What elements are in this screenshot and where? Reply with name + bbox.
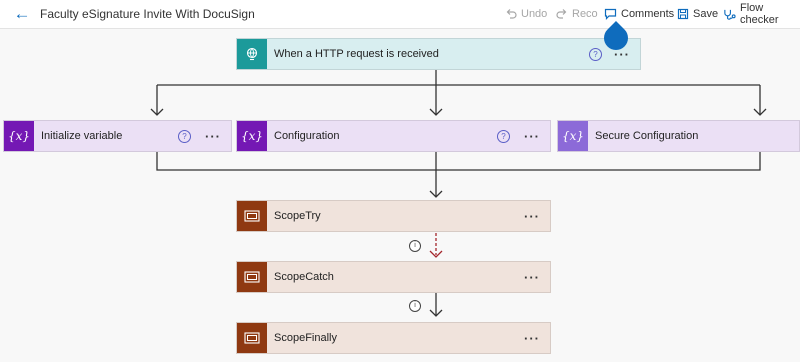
save-button[interactable]: Save bbox=[677, 6, 718, 22]
action-label: Initialize variable bbox=[41, 130, 123, 142]
more-options-icon[interactable]: ··· bbox=[524, 270, 540, 285]
more-options-icon[interactable]: ··· bbox=[524, 129, 540, 144]
action-label: Secure Configuration bbox=[595, 130, 699, 142]
undo-label: Undo bbox=[521, 8, 548, 20]
scope-icon bbox=[237, 262, 267, 292]
action-card-initialize-variable[interactable]: {x} Initialize variable ? ··· bbox=[3, 120, 232, 152]
designer-toolbar: ← Faculty eSignature Invite With DocuSig… bbox=[0, 0, 800, 29]
help-icon[interactable]: ? bbox=[589, 47, 602, 61]
trigger-card-http-request[interactable]: When a HTTP request is received ? ··· bbox=[236, 38, 641, 70]
flow-title: Faculty eSignature Invite With DocuSign bbox=[40, 7, 255, 21]
redo-label: Reco bbox=[572, 8, 598, 20]
flow-checker-label: Flow checker bbox=[739, 2, 779, 26]
save-label: Save bbox=[693, 8, 719, 20]
help-icon[interactable]: ? bbox=[497, 129, 510, 143]
help-icon[interactable]: ? bbox=[178, 129, 191, 143]
scope-label: ScopeCatch bbox=[274, 271, 334, 283]
redo-icon bbox=[556, 9, 567, 19]
more-options-icon[interactable]: ··· bbox=[524, 331, 540, 346]
more-options-icon[interactable]: ··· bbox=[524, 209, 540, 224]
action-card-configuration[interactable]: {x} Configuration ? ··· bbox=[236, 120, 551, 152]
scope-card-try[interactable]: ScopeTry ··· bbox=[236, 200, 551, 232]
variable-icon: {x} bbox=[4, 121, 34, 151]
trigger-label: When a HTTP request is received bbox=[274, 48, 439, 60]
http-request-icon bbox=[237, 39, 267, 69]
stethoscope-icon bbox=[724, 9, 736, 20]
scope-card-catch[interactable]: ScopeCatch ··· bbox=[236, 261, 551, 293]
run-after-info-icon[interactable]: i bbox=[409, 240, 421, 252]
run-after-info-icon[interactable]: i bbox=[409, 300, 421, 312]
action-label: Configuration bbox=[274, 130, 340, 142]
undo-icon bbox=[506, 9, 517, 19]
variable-icon: {x} bbox=[237, 121, 267, 151]
flow-checker-button[interactable]: Flow checker bbox=[723, 2, 800, 26]
redo-button[interactable]: Reco bbox=[556, 6, 598, 22]
scope-card-finally[interactable]: ScopeFinally ··· bbox=[236, 322, 551, 354]
undo-button[interactable]: Undo bbox=[505, 6, 547, 22]
more-options-icon[interactable]: ··· bbox=[205, 129, 221, 144]
scope-icon bbox=[237, 201, 267, 231]
action-card-secure-configuration[interactable]: {x} Secure Configuration bbox=[557, 120, 800, 152]
save-icon bbox=[677, 8, 689, 20]
comments-label: Comments bbox=[621, 8, 675, 20]
scope-icon bbox=[237, 323, 267, 353]
scope-label: ScopeTry bbox=[274, 210, 321, 222]
variable-icon: {x} bbox=[558, 121, 588, 151]
comments-button[interactable]: Comments bbox=[604, 6, 674, 22]
scope-label: ScopeFinally bbox=[274, 332, 337, 344]
back-arrow-icon[interactable]: ← bbox=[12, 4, 32, 24]
comment-icon bbox=[604, 8, 617, 20]
